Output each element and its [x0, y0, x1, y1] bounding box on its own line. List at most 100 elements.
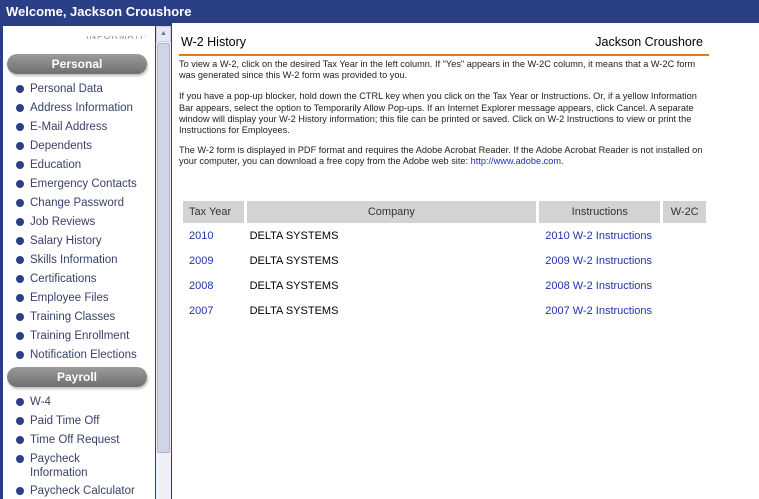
personal-nav-list: Personal Data Address Information E-Mail…: [3, 82, 155, 367]
para3-text: The W-2 form is displayed in PDF format …: [179, 145, 703, 167]
sidebar-item-label: Personal Data: [30, 83, 103, 95]
w2c-cell: [663, 298, 706, 323]
column-header-company: Company: [246, 201, 537, 223]
instructions-link-2008[interactable]: 2008 W-2 Instructions: [545, 280, 652, 292]
page-title: W-2 History: [181, 35, 247, 49]
instructions-link-2009[interactable]: 2009 W-2 Instructions: [545, 255, 652, 267]
sidebar-item-paycheck-information[interactable]: Paycheck Information: [3, 452, 155, 484]
adobe-link[interactable]: http://www.adobe.com: [471, 156, 561, 166]
instructions-paragraph-3: The W-2 form is displayed in PDF format …: [179, 145, 713, 167]
sidebar-item-paid-time-off[interactable]: Paid Time Off: [3, 414, 155, 433]
sidebar-item-label: Address Information: [30, 102, 133, 114]
bullet-icon: [16, 275, 24, 283]
sidebar: INFORMATIVE Personal Personal Data Addre…: [3, 26, 155, 499]
instructions-cell: 2010 W-2 Instructions: [539, 223, 660, 248]
scroll-up-arrow-icon[interactable]: ▲: [156, 26, 171, 42]
tax-year-link-2008[interactable]: 2008: [189, 280, 213, 292]
bullet-icon: [16, 218, 24, 226]
table-row: 2008 DELTA SYSTEMS 2008 W-2 Instructions: [183, 273, 706, 298]
bullet-icon: [16, 487, 24, 495]
sidebar-item-salary-history[interactable]: Salary History: [3, 234, 155, 253]
bullet-icon: [16, 332, 24, 340]
sidebar-item-education[interactable]: Education: [3, 158, 155, 177]
instructions-paragraph-1: To view a W-2, click on the desired Tax …: [179, 59, 696, 81]
bullet-icon: [16, 351, 24, 359]
sidebar-item-label: Education: [30, 159, 82, 171]
sidebar-item-time-off-request[interactable]: Time Off Request: [3, 433, 155, 452]
company-cell: DELTA SYSTEMS: [249, 254, 339, 267]
sidebar-item-label: Paycheck Calculator: [30, 485, 135, 497]
tax-year-cell: 2010: [183, 223, 244, 248]
sidebar-item-label: Employee Files: [30, 292, 109, 304]
sidebar-item-job-reviews[interactable]: Job Reviews: [3, 215, 155, 234]
sidebar-scrollbar[interactable]: ▲: [156, 26, 171, 499]
sidebar-item-label: Paid Time Off: [30, 415, 100, 427]
table-row: 2009 DELTA SYSTEMS 2009 W-2 Instructions: [183, 248, 706, 273]
section-header-personal: Personal: [7, 54, 147, 74]
table-row: 2010 DELTA SYSTEMS 2010 W-2 Instructions: [183, 223, 706, 248]
sidebar-item-emergency-contacts[interactable]: Emergency Contacts: [3, 177, 155, 196]
sidebar-item-label: Salary History: [30, 235, 102, 247]
sidebar-item-dependents[interactable]: Dependents: [3, 139, 155, 158]
bullet-icon: [16, 85, 24, 93]
sidebar-item-training-enrollment[interactable]: Training Enrollment: [3, 329, 155, 348]
tax-year-cell: 2007: [183, 298, 244, 323]
column-header-instructions: Instructions: [539, 201, 661, 223]
sidebar-item-label: Certifications: [30, 273, 97, 285]
table-row: 2007 DELTA SYSTEMS 2007 W-2 Instructions: [183, 298, 706, 323]
sidebar-item-label: Training Classes: [30, 311, 116, 323]
bullet-icon: [16, 256, 24, 264]
tax-year-cell: 2008: [183, 273, 244, 298]
welcome-text: Welcome, Jackson Croushore: [6, 4, 192, 19]
instructions-paragraph-2: If you have a pop-up blocker, hold down …: [179, 91, 697, 136]
sidebar-item-notification-elections[interactable]: Notification Elections: [3, 348, 155, 367]
sidebar-item-personal-data[interactable]: Personal Data: [3, 82, 155, 101]
bullet-icon: [16, 398, 24, 406]
left-pane: INFORMATIVE Personal Personal Data Addre…: [0, 23, 172, 499]
sidebar-item-training-classes[interactable]: Training Classes: [3, 310, 155, 329]
sidebar-item-label: Training Enrollment: [30, 330, 130, 342]
tax-year-link-2010[interactable]: 2010: [189, 230, 213, 242]
tax-year-link-2007[interactable]: 2007: [189, 305, 213, 317]
bullet-icon: [16, 237, 24, 245]
sidebar-item-employee-files[interactable]: Employee Files: [3, 291, 155, 310]
sidebar-item-change-password[interactable]: Change Password: [3, 196, 155, 215]
sidebar-item-paycheck-calculator[interactable]: Paycheck Calculator: [3, 484, 155, 499]
sidebar-item-label: Emergency Contacts: [30, 178, 137, 190]
company-cell: DELTA SYSTEMS: [249, 304, 339, 317]
sidebar-item-w4[interactable]: W-4: [3, 395, 155, 414]
bullet-icon: [16, 436, 24, 444]
section-header-payroll: Payroll: [7, 367, 147, 387]
para3-suffix: .: [561, 156, 564, 167]
tax-year-link-2009[interactable]: 2009: [189, 255, 213, 267]
sidebar-item-email-address[interactable]: E-Mail Address: [3, 120, 155, 139]
w2c-cell: [663, 248, 706, 273]
bullet-icon: [16, 180, 24, 188]
sidebar-item-address-information[interactable]: Address Information: [3, 101, 155, 120]
bullet-icon: [16, 294, 24, 302]
w2-history-table: Tax Year Company Instructions W-2C 2010 …: [180, 201, 709, 323]
welcome-bar: Welcome, Jackson Croushore: [0, 0, 759, 23]
bullet-icon: [16, 123, 24, 131]
section-title-personal: Personal: [51, 57, 103, 71]
sidebar-item-label: E-Mail Address: [30, 121, 108, 133]
instructions-link-2010[interactable]: 2010 W-2 Instructions: [545, 230, 652, 242]
w2c-cell: [663, 273, 706, 298]
bullet-icon: [16, 142, 24, 150]
sidebar-item-skills-information[interactable]: Skills Information: [3, 253, 155, 272]
sidebar-item-label: W-4: [30, 396, 51, 408]
sidebar-item-label: Job Reviews: [30, 216, 96, 228]
table-header-row: Tax Year Company Instructions W-2C: [183, 201, 706, 223]
main-content: W-2 History Jackson Croushore To view a …: [179, 33, 709, 317]
sidebar-item-label: Notification Elections: [30, 349, 137, 361]
instructions-cell: 2008 W-2 Instructions: [539, 273, 660, 298]
company-cell: DELTA SYSTEMS: [249, 279, 339, 292]
w2c-cell: [663, 223, 706, 248]
column-header-tax-year: Tax Year: [183, 201, 244, 223]
instructions-link-2007[interactable]: 2007 W-2 Instructions: [545, 305, 652, 317]
scroll-thumb[interactable]: [157, 43, 170, 453]
sidebar-item-label: Dependents: [30, 140, 93, 152]
sidebar-item-certifications[interactable]: Certifications: [3, 272, 155, 291]
column-header-w2c: W-2C: [663, 201, 706, 223]
payroll-nav-list: W-4 Paid Time Off Time Off Request Paych…: [3, 395, 155, 499]
